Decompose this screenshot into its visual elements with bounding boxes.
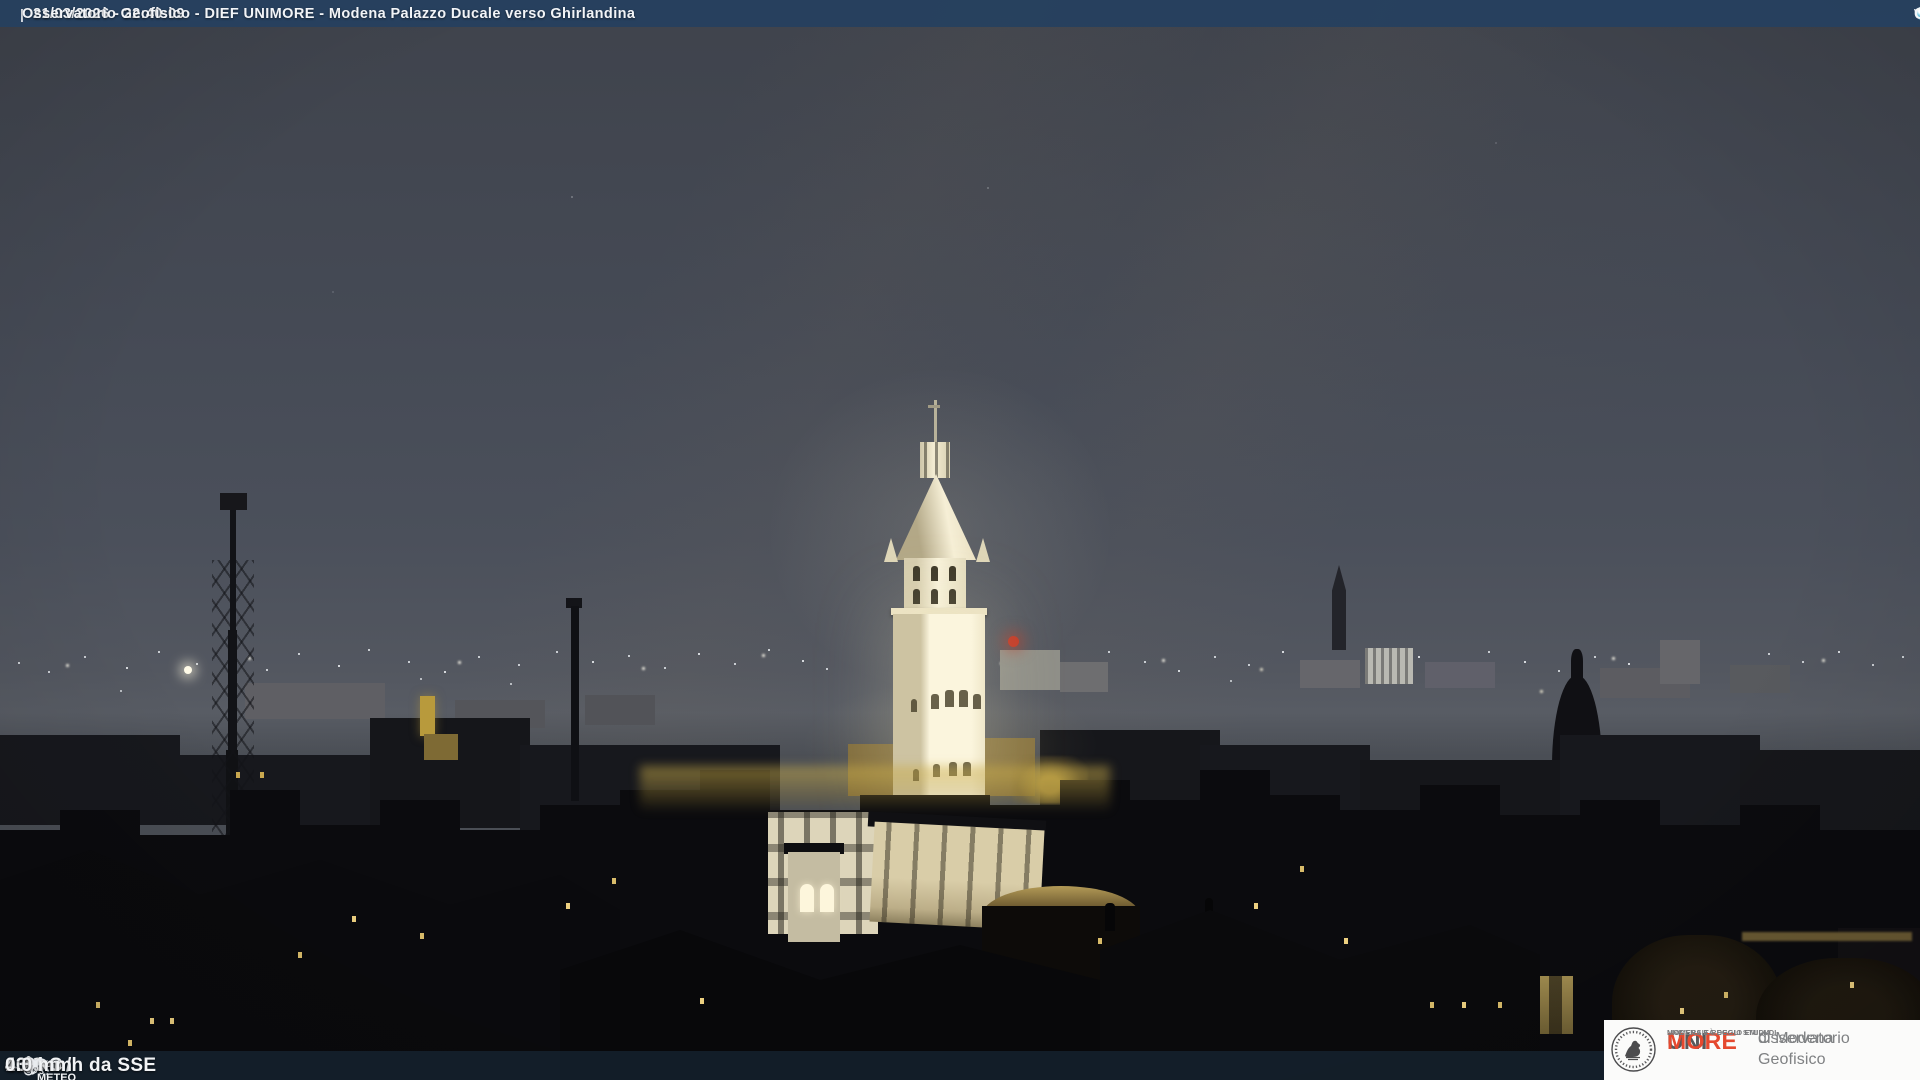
- horizon-building: [1300, 660, 1360, 688]
- roof-statue: [1105, 903, 1115, 931]
- horizon-building: [1425, 662, 1495, 688]
- ghirlandina-tower: [878, 400, 1000, 800]
- tower-lantern: [920, 442, 950, 478]
- lit-arched-window: [800, 884, 814, 912]
- horizon-building: [1660, 640, 1700, 684]
- page-title: Osservatorio Geofisico - DIEF UNIMORE - …: [22, 5, 636, 22]
- unimore-subtitle-2: MODENA E REGGIO EMILIA: [1667, 1028, 1772, 1037]
- horizon-building: [1730, 665, 1790, 693]
- lit-arched-window: [820, 884, 834, 912]
- rain-value: 0.0 mm: [5, 1054, 73, 1076]
- lit-facade: [424, 734, 458, 760]
- lit-bell-tower: [420, 696, 435, 736]
- horizon-building: [245, 683, 385, 719]
- weathercam-word2: CAM: [1914, 4, 1920, 24]
- lit-apartment-block: [1365, 648, 1413, 684]
- unimore-logo-box: UNI MORE UNIVERSITÀ DEGLI STUDI DI MODENA…: [1604, 1020, 1920, 1080]
- dark-roofs-left: [0, 850, 620, 1080]
- lit-roofline: [1742, 932, 1912, 941]
- tower-belfry: [904, 558, 966, 614]
- antenna-top-box: [220, 493, 247, 510]
- unimore-seal-icon: [1611, 1027, 1656, 1072]
- webcam-viewport: 21/03/2026 - 22:40:09 | Osservatorio Geo…: [0, 0, 1920, 1080]
- tower-spire: [896, 474, 976, 560]
- floodlight-glow: [640, 766, 1110, 812]
- horizon-building: [585, 695, 655, 725]
- street-light: [184, 666, 192, 674]
- church-spire-silhouette: [1332, 565, 1346, 650]
- red-beacon-light: [1008, 636, 1019, 647]
- header-bar: 21/03/2026 - 22:40:09 | Osservatorio Geo…: [0, 0, 1920, 27]
